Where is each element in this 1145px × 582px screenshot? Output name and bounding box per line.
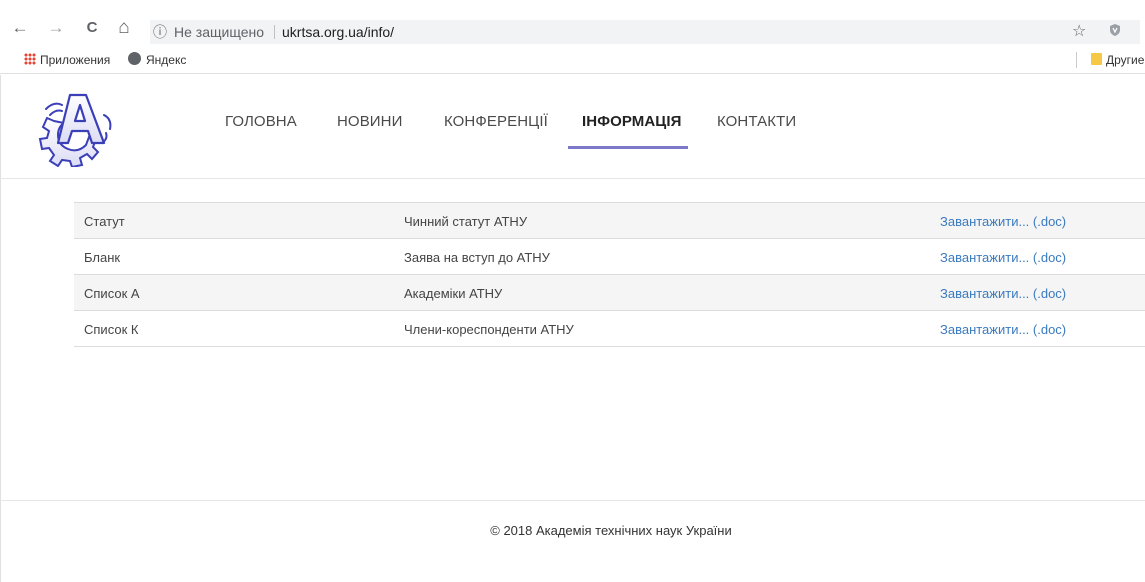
nav-home[interactable]: ГОЛОВНА bbox=[225, 113, 297, 130]
browser-toolbar: ← → C ⌂ ⓘ Не защищено ukrtsa.org.ua/info… bbox=[0, 8, 1145, 48]
nav-news[interactable]: НОВИНИ bbox=[337, 113, 403, 130]
nav-contacts[interactable]: КОНТАКТИ bbox=[717, 113, 796, 130]
site-header: ГОЛОВНА НОВИНИ КОНФЕРЕНЦІЇ ІНФОРМАЦІЯ КО… bbox=[0, 75, 1145, 179]
site-footer: © 2018 Академія технічних наук України bbox=[0, 500, 1145, 582]
document-name: Список К bbox=[84, 322, 139, 337]
divider bbox=[274, 25, 275, 39]
document-description: Академіки АТНУ bbox=[404, 286, 503, 301]
document-description: Члени-кореспонденти АТНУ bbox=[404, 322, 574, 337]
table-row: Статут Чинний статут АТНУ Завантажити...… bbox=[74, 203, 1145, 239]
back-arrow-icon[interactable]: ← bbox=[8, 8, 32, 48]
copyright-text: © 2018 Академія технічних наук України bbox=[490, 523, 732, 538]
reload-icon[interactable]: C bbox=[80, 8, 104, 48]
bookmark-other[interactable]: Другие bbox=[1106, 53, 1144, 67]
table-row: Список А Академіки АТНУ Завантажити... (… bbox=[74, 275, 1145, 311]
table-row: Список К Члени-кореспонденти АТНУ Завант… bbox=[74, 311, 1145, 347]
nav-conferences[interactable]: КОНФЕРЕНЦІЇ bbox=[444, 113, 548, 130]
table-row: Бланк Заява на вступ до АТНУ Завантажити… bbox=[74, 239, 1145, 275]
download-link[interactable]: Завантажити... (.doc) bbox=[940, 286, 1066, 301]
site-logo[interactable] bbox=[34, 85, 116, 169]
document-name: Список А bbox=[84, 286, 140, 301]
url-text[interactable]: ukrtsa.org.ua/info/ bbox=[282, 20, 394, 44]
security-status: Не защищено bbox=[174, 24, 264, 40]
nav-information[interactable]: ІНФОРМАЦІЯ bbox=[582, 113, 682, 130]
apps-grid-icon[interactable] bbox=[24, 53, 36, 65]
star-icon[interactable]: ☆ bbox=[1072, 20, 1086, 44]
shield-icon[interactable] bbox=[1108, 20, 1122, 44]
download-link[interactable]: Завантажити... (.doc) bbox=[940, 214, 1066, 229]
info-icon[interactable]: ⓘ bbox=[150, 20, 170, 44]
document-description: Чинний статут АТНУ bbox=[404, 214, 528, 229]
folder-icon bbox=[1091, 53, 1102, 65]
bookmark-yandex[interactable]: Яндекс bbox=[146, 53, 186, 67]
bookmarks-bar: Приложения Яндекс Другие bbox=[0, 48, 1145, 74]
documents-table: Статут Чинний статут АТНУ Завантажити...… bbox=[74, 202, 1145, 347]
globe-icon bbox=[128, 52, 141, 65]
bookmark-apps[interactable]: Приложения bbox=[40, 53, 110, 67]
download-link[interactable]: Завантажити... (.doc) bbox=[940, 250, 1066, 265]
document-name: Статут bbox=[84, 214, 125, 229]
document-description: Заява на вступ до АТНУ bbox=[404, 250, 550, 265]
forward-arrow-icon[interactable]: → bbox=[44, 8, 68, 48]
download-link[interactable]: Завантажити... (.doc) bbox=[940, 322, 1066, 337]
active-nav-indicator bbox=[568, 146, 688, 149]
document-name: Бланк bbox=[84, 250, 121, 265]
divider bbox=[1076, 52, 1077, 68]
address-bar[interactable]: ⓘ Не защищено ukrtsa.org.ua/info/ ☆ bbox=[150, 20, 1140, 44]
home-icon[interactable]: ⌂ bbox=[112, 8, 136, 48]
